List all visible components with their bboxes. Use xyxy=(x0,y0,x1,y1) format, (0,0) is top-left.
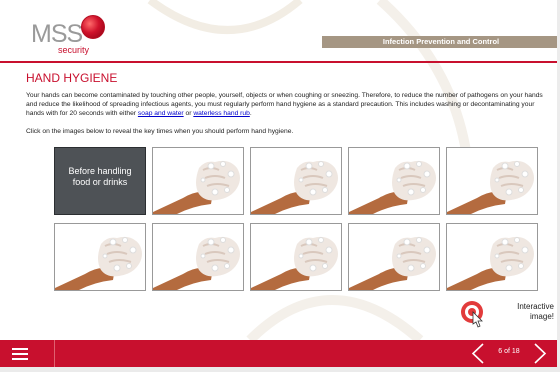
page-title: HAND HYGIENE xyxy=(26,71,118,85)
touch-icon xyxy=(461,301,483,328)
previous-button[interactable] xyxy=(470,342,486,365)
hand-hygiene-tile-6[interactable] xyxy=(54,223,146,291)
hand-wash-image xyxy=(153,224,243,290)
hand-wash-image xyxy=(251,148,341,214)
hand-hygiene-tile-3[interactable] xyxy=(250,147,342,215)
next-button[interactable] xyxy=(532,342,548,365)
intro-paragraph: Your hands can become contaminated by to… xyxy=(26,91,554,118)
hand-wash-image xyxy=(447,148,537,214)
hand-wash-image xyxy=(251,224,341,290)
hand-hygiene-tile-2[interactable] xyxy=(152,147,244,215)
hand-hygiene-tile-8[interactable] xyxy=(250,223,342,291)
tile-caption-line2: food or drinks xyxy=(72,177,128,187)
intro-text-middle: or xyxy=(183,110,194,117)
header: MSS security Infection Prevention and Co… xyxy=(0,0,560,62)
hand-wash-image xyxy=(55,224,145,290)
hand-hygiene-tile-1[interactable]: Before handling food or drinks xyxy=(54,147,146,215)
tile-caption-line1: Before handling xyxy=(68,166,132,176)
hand-hygiene-tile-7[interactable] xyxy=(152,223,244,291)
footer-bar: 6 of 18 xyxy=(0,340,560,367)
header-divider xyxy=(0,61,560,63)
course-banner: Infection Prevention and Control xyxy=(322,36,560,48)
hand-hygiene-tile-9[interactable] xyxy=(348,223,440,291)
intro-text-end: . xyxy=(249,110,252,117)
menu-button[interactable] xyxy=(0,340,55,367)
chevron-right-icon xyxy=(534,343,547,364)
page: MSS security Infection Prevention and Co… xyxy=(0,0,560,367)
intro-text: Your hands can become contaminated by to… xyxy=(26,92,543,117)
hand-wash-image xyxy=(349,224,439,290)
interactive-image-label: Interactive image! xyxy=(488,302,554,322)
logo: MSS security xyxy=(31,14,141,56)
hand-hygiene-tile-5[interactable] xyxy=(446,147,538,215)
page-counter: 6 of 18 xyxy=(498,348,520,355)
hand-wash-image xyxy=(153,148,243,214)
interactive-label-line1: Interactive xyxy=(517,302,554,311)
interactive-label-line2: image! xyxy=(529,312,554,321)
globe-icon xyxy=(81,15,105,39)
soap-and-water-link[interactable]: soap and water xyxy=(138,110,184,117)
waterless-hand-rub-link[interactable]: waterless hand rub xyxy=(193,110,250,117)
interactive-image-badge[interactable]: Interactive image! xyxy=(460,300,555,332)
logo-subtext: security xyxy=(58,45,90,55)
instruction-text: Click on the images below to reveal the … xyxy=(26,128,294,135)
chevron-left-icon xyxy=(471,343,484,364)
hand-hygiene-tile-4[interactable] xyxy=(348,147,440,215)
hand-wash-image xyxy=(447,224,537,290)
hand-wash-image xyxy=(349,148,439,214)
menu-icon xyxy=(12,348,28,360)
tile-caption: Before handling food or drinks xyxy=(55,166,145,188)
hand-hygiene-tile-10[interactable] xyxy=(446,223,538,291)
